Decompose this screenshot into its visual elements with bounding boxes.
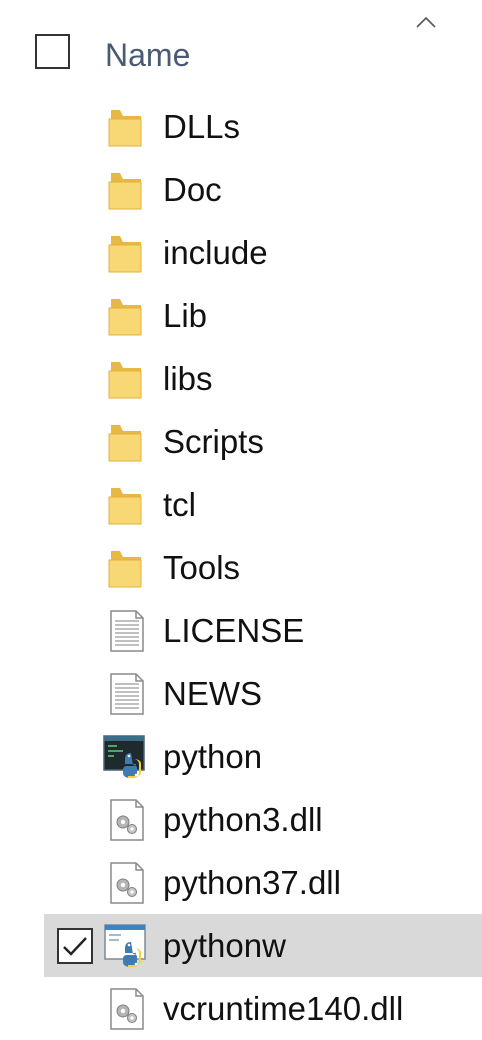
file-name: tcl (163, 486, 196, 523)
column-header: Name (0, 0, 482, 100)
python-window-icon (103, 924, 149, 968)
folder-icon (103, 483, 149, 527)
folder-icon (103, 105, 149, 149)
file-name: Scripts (163, 423, 264, 460)
text-file-icon (103, 672, 149, 716)
dll-file-icon (103, 987, 149, 1031)
dll-file-icon (103, 861, 149, 905)
file-name: pythonw (163, 927, 286, 964)
file-name: python37.dll (163, 864, 341, 901)
file-row[interactable]: Doc (0, 158, 482, 221)
file-name: python3.dll (163, 801, 323, 838)
file-row[interactable]: python3.dll (0, 788, 482, 851)
folder-icon (103, 357, 149, 401)
text-file-icon (103, 609, 149, 653)
folder-icon (103, 231, 149, 275)
file-name: Tools (163, 549, 241, 586)
file-list: DLLs Doc include Lib libs Scripts tcl To… (0, 95, 482, 1040)
name-column-header[interactable]: Name (105, 35, 190, 75)
python-console-icon (103, 735, 149, 779)
file-name: Lib (163, 297, 208, 334)
row-checkbox[interactable] (57, 928, 93, 964)
file-row[interactable]: DLLs (0, 95, 482, 158)
dll-file-icon (103, 798, 149, 842)
file-name: NEWS (163, 675, 262, 712)
file-name: DLLs (163, 108, 241, 145)
folder-icon (103, 546, 149, 590)
file-name: vcruntime140.dll (163, 990, 404, 1027)
file-row[interactable]: tcl (0, 473, 482, 536)
folder-icon (103, 294, 149, 338)
file-row[interactable]: Tools (0, 536, 482, 599)
folder-icon (103, 168, 149, 212)
file-name: Doc (163, 171, 222, 208)
file-name: LICENSE (163, 612, 305, 649)
check-icon (63, 937, 87, 956)
file-row[interactable]: Lib (0, 284, 482, 347)
file-row[interactable]: include (0, 221, 482, 284)
file-row[interactable]: libs (0, 347, 482, 410)
chevron-up-icon[interactable] (414, 14, 438, 30)
folder-icon (103, 420, 149, 464)
select-all-checkbox[interactable] (35, 34, 70, 69)
file-row[interactable]: pythonw (0, 914, 482, 977)
file-name: python (163, 738, 263, 775)
file-name: libs (163, 360, 213, 397)
file-row[interactable]: python37.dll (0, 851, 482, 914)
file-name: include (163, 234, 268, 271)
file-row[interactable]: Scripts (0, 410, 482, 473)
file-row[interactable]: LICENSE (0, 599, 482, 662)
file-row[interactable]: python (0, 725, 482, 788)
file-row[interactable]: vcruntime140.dll (0, 977, 482, 1040)
file-row[interactable]: NEWS (0, 662, 482, 725)
